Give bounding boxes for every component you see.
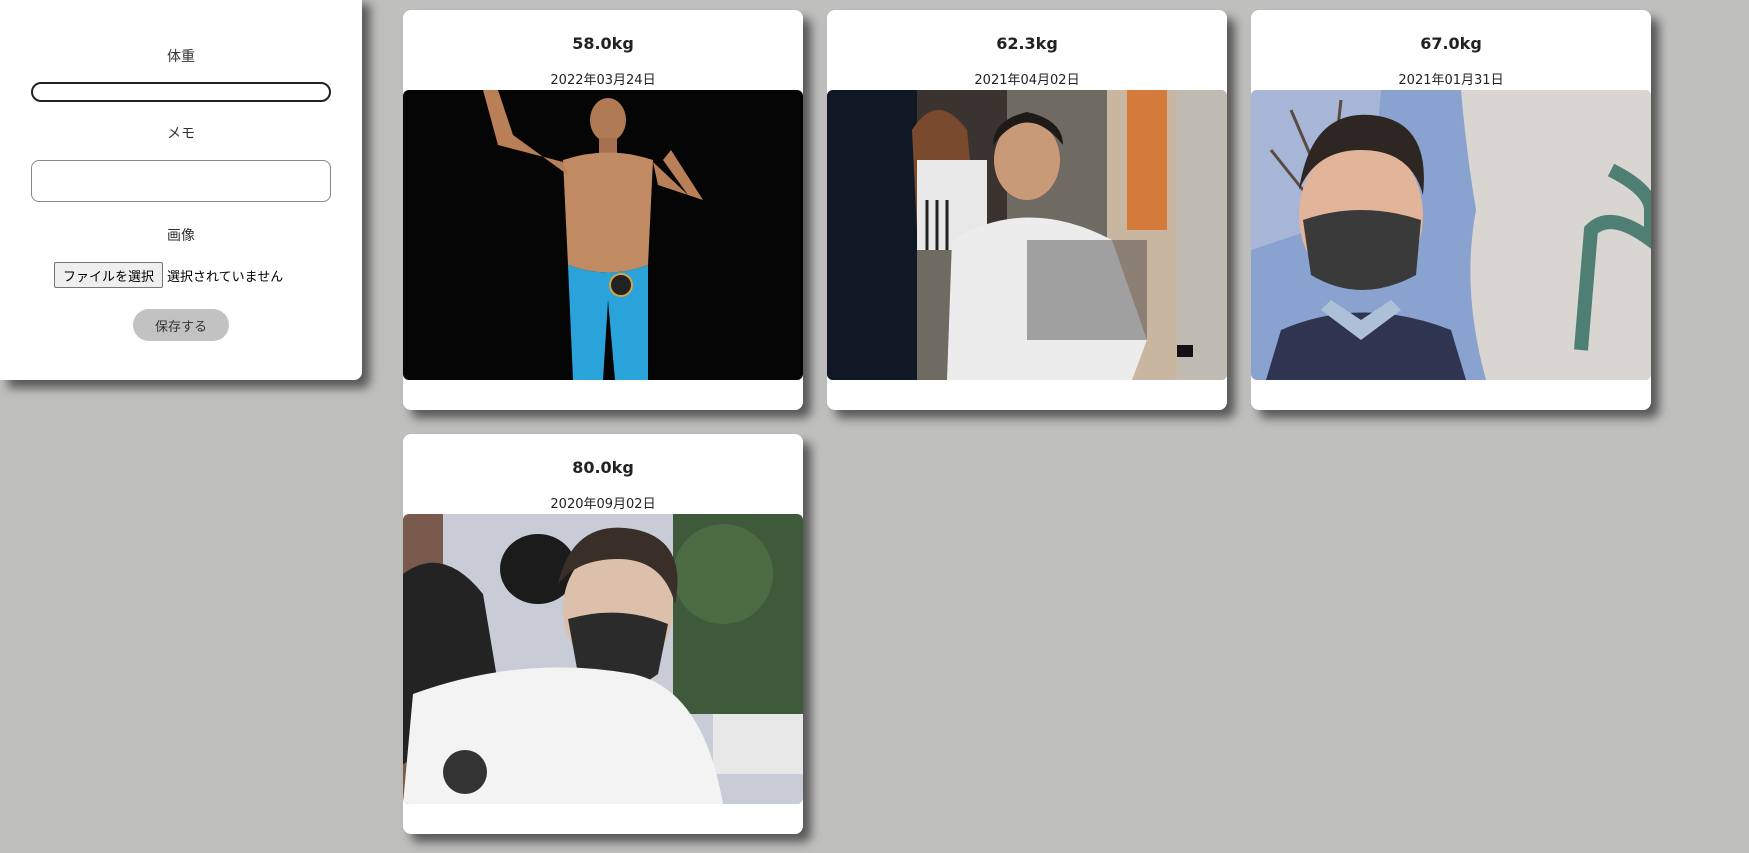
record-card: 58.0kg 2022年03月24日 xyxy=(403,10,803,410)
image-file-picker: ファイルを選択 選択されていません xyxy=(54,262,283,288)
card-date: 2020年09月02日 xyxy=(550,497,656,512)
card-photo xyxy=(827,90,1227,380)
card-date: 2021年01月31日 xyxy=(1398,73,1504,88)
record-card: 67.0kg 2021年01月31日 xyxy=(1251,10,1651,410)
image-label: 画像 xyxy=(167,228,195,244)
weight-label: 体重 xyxy=(167,49,195,65)
record-card: 62.3kg 2021年04月02日 xyxy=(827,10,1227,410)
card-weight: 80.0kg xyxy=(572,458,634,477)
card-weight: 62.3kg xyxy=(996,34,1058,53)
file-status-text: 選択されていません xyxy=(167,269,284,285)
card-photo xyxy=(403,514,803,804)
card-weight: 67.0kg xyxy=(1420,34,1482,53)
weight-input[interactable] xyxy=(31,82,331,102)
card-weight: 58.0kg xyxy=(572,34,634,53)
card-date: 2021年04月02日 xyxy=(974,73,1080,88)
record-card: 80.0kg 2020年09月02日 xyxy=(403,434,803,834)
choose-file-button[interactable]: ファイルを選択 xyxy=(54,262,164,288)
save-button[interactable]: 保存する xyxy=(133,309,229,341)
record-form: 体重 メモ 画像 ファイルを選択 選択されていません 保存する xyxy=(0,0,362,380)
card-photo xyxy=(403,90,803,380)
memo-input[interactable] xyxy=(31,160,331,202)
card-date: 2022年03月24日 xyxy=(550,73,656,88)
memo-label: メモ xyxy=(167,126,195,142)
card-photo xyxy=(1251,90,1651,380)
